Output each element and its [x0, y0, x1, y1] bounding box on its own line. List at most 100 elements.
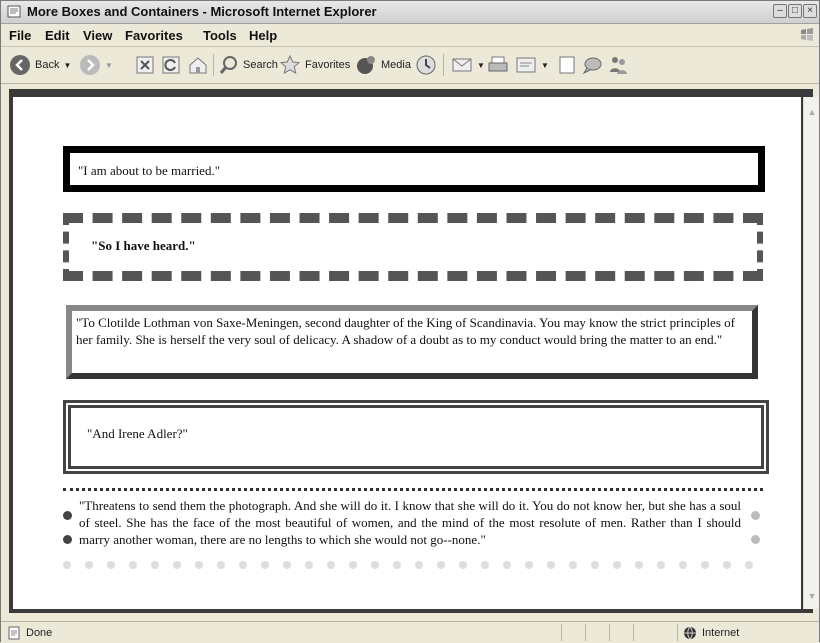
search-label: Search	[243, 59, 278, 71]
status-divider	[633, 624, 634, 641]
favorites-button[interactable]: Favorites	[279, 53, 350, 77]
edit-page-icon	[516, 57, 536, 73]
quote-irene: "And Irene Adler?"	[87, 426, 188, 441]
history-clock-icon	[416, 55, 436, 75]
status-divider	[561, 624, 562, 641]
title-bar: More Boxes and Containers - Microsoft In…	[1, 1, 819, 24]
history-button[interactable]	[415, 53, 437, 77]
page-done-icon	[8, 626, 20, 640]
minimize-button[interactable]: –	[773, 4, 787, 18]
border-dot	[657, 561, 665, 569]
security-zone[interactable]: Internet	[683, 626, 739, 640]
border-dot	[701, 561, 709, 569]
scroll-up-arrow-icon[interactable]: ▲	[805, 105, 819, 119]
status-left: Done	[7, 626, 52, 640]
border-dot	[217, 561, 225, 569]
mail-dropdown-icon[interactable]: ▼	[477, 61, 485, 70]
toolbar-separator	[213, 54, 214, 76]
close-button[interactable]: ×	[803, 4, 817, 18]
back-arrow-icon	[10, 55, 30, 75]
zone-text: Internet	[702, 627, 740, 639]
refresh-button[interactable]	[161, 53, 181, 77]
mail-button[interactable]: ▼	[451, 53, 485, 77]
scroll-down-arrow-icon[interactable]: ▼	[805, 589, 819, 603]
status-divider	[609, 624, 610, 641]
border-dot	[283, 561, 291, 569]
home-icon	[189, 57, 207, 74]
windows-logo-icon	[801, 28, 813, 41]
page-content: "I am about to be married." "So I have h…	[13, 97, 801, 609]
border-dot	[459, 561, 467, 569]
search-button[interactable]: Search	[219, 53, 278, 77]
browser-window: More Boxes and Containers - Microsoft In…	[0, 0, 820, 643]
stop-icon	[136, 56, 154, 74]
chat-bubble-icon	[582, 57, 602, 75]
home-button[interactable]	[187, 53, 209, 77]
messenger-chat-button[interactable]	[581, 53, 603, 77]
forward-button[interactable]: ▼	[79, 53, 113, 77]
border-dot	[85, 561, 93, 569]
status-text: Done	[26, 627, 53, 639]
back-dropdown-icon[interactable]: ▼	[63, 61, 71, 70]
window-controls: – □ ×	[773, 4, 817, 18]
search-icon	[219, 56, 237, 74]
status-divider	[677, 624, 678, 641]
border-dot	[349, 561, 357, 569]
edit-dropdown-icon[interactable]: ▼	[541, 61, 549, 70]
menu-tools[interactable]: Tools	[203, 28, 237, 43]
forward-dropdown-icon[interactable]: ▼	[105, 61, 113, 70]
border-dot	[547, 561, 555, 569]
print-button[interactable]	[487, 53, 509, 77]
border-dot	[679, 561, 687, 569]
solid-box: "I am about to be married."	[63, 146, 765, 192]
border-dot	[745, 561, 753, 569]
status-divider	[585, 624, 586, 641]
forward-arrow-icon	[80, 55, 100, 75]
bullet-dot	[751, 535, 760, 544]
menu-edit[interactable]: Edit	[45, 28, 70, 43]
border-dot	[151, 561, 159, 569]
border-dot	[305, 561, 313, 569]
menu-help[interactable]: Help	[249, 28, 277, 43]
edit-button[interactable]: ▼	[515, 53, 549, 77]
dotted-box: "Threatens to send them the photograph. …	[63, 488, 763, 569]
dashed-box: "So I have heard."	[63, 213, 763, 281]
vertical-scrollbar[interactable]: ▲ ▼	[803, 97, 819, 609]
stop-button[interactable]	[135, 53, 155, 77]
border-dot	[261, 561, 269, 569]
menu-view[interactable]: View	[83, 28, 112, 43]
media-button[interactable]: Media	[355, 53, 411, 77]
border-dot	[525, 561, 533, 569]
border-dot	[437, 561, 445, 569]
quote-clotilde: "To Clotilde Lothman von Saxe-Meningen, …	[76, 315, 735, 347]
toolbar-separator	[443, 54, 444, 76]
favorites-label: Favorites	[305, 59, 351, 71]
bottom-dot-border	[63, 561, 763, 571]
menu-favorites[interactable]: Favorites	[125, 28, 183, 43]
quote-married: "I am about to be married."	[78, 163, 221, 178]
border-dot	[173, 561, 181, 569]
double-border-box: "And Irene Adler?"	[63, 400, 769, 474]
globe-icon	[684, 626, 696, 640]
print-icon	[488, 56, 508, 72]
menu-file[interactable]: File	[9, 28, 31, 43]
border-dot	[63, 561, 71, 569]
maximize-button[interactable]: □	[788, 4, 802, 18]
border-dot	[503, 561, 511, 569]
media-icon	[357, 56, 375, 74]
border-dot	[569, 561, 577, 569]
border-dot	[327, 561, 335, 569]
border-dot	[393, 561, 401, 569]
research-button[interactable]	[607, 53, 629, 77]
mail-icon	[452, 58, 472, 72]
border-dot	[613, 561, 621, 569]
discuss-button[interactable]	[557, 53, 577, 77]
back-label: Back	[35, 59, 60, 71]
quote-threatens: "Threatens to send them the photograph. …	[79, 498, 741, 547]
favorites-star-icon	[279, 54, 301, 74]
back-button[interactable]: Back ▼	[9, 53, 71, 77]
border-dot	[129, 561, 137, 569]
border-dot	[481, 561, 489, 569]
quote-heard: "So I have heard."	[91, 238, 196, 253]
border-dot	[635, 561, 643, 569]
